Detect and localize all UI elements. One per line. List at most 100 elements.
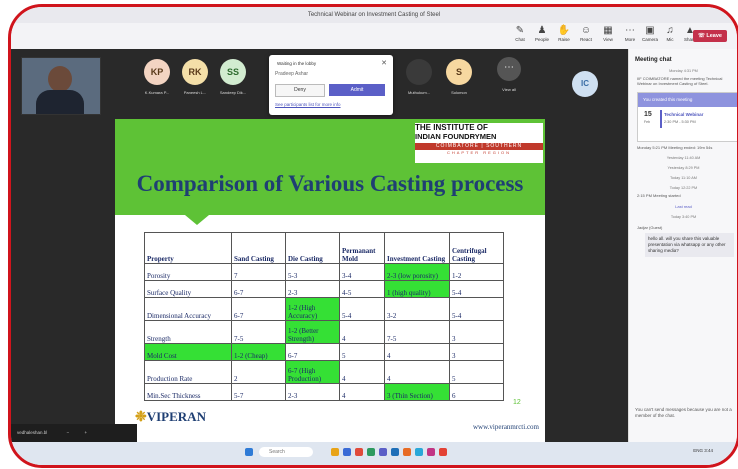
table-row: Strength 7-5 1-2 (Better Strength) 4 7-5 3: [144, 320, 504, 344]
avatar: RK: [182, 59, 208, 85]
mic-button[interactable]: ♫ Mic: [659, 25, 681, 42]
table-row: Surface Quality 6-7 2-3 4-5 1 (high quality)…: [144, 280, 504, 298]
table-cell: Production Rate: [144, 360, 232, 384]
meeting-stage: KP K.Kumara P... RK Paneesh L... SS Sand…: [11, 49, 628, 442]
person-body: [36, 90, 84, 114]
app-icon[interactable]: [415, 448, 423, 456]
more-icon: ⋯: [625, 25, 635, 36]
table-cell: 4: [384, 343, 450, 361]
avatar: [406, 59, 432, 85]
iif-logo: THE INSTITUTE OF INDIAN FOUNDRYMEN COIMB…: [415, 123, 543, 163]
table-row: Porosity 7 5-3 3-4 2-3 (low porosity) 1-2: [144, 263, 504, 281]
table-cell: 5-3: [285, 263, 340, 281]
table-cell: 5-7: [231, 383, 286, 401]
participants-link[interactable]: See participants list for more info: [275, 102, 341, 107]
table-cell: Porosity: [144, 263, 232, 281]
table-cell: 3: [449, 343, 504, 361]
plus-icon[interactable]: +: [84, 430, 87, 435]
taskbar: Search ENG 3:44: [11, 442, 737, 465]
camera-button[interactable]: ▣ Camera: [639, 25, 661, 42]
participant-tile[interactable]: RK Paneesh L...: [177, 59, 213, 95]
table-cell: 6-7: [231, 280, 286, 298]
hand-icon: ✋: [557, 25, 571, 36]
table-cell: 3 (Thin Section): [384, 383, 450, 401]
participant-tile[interactable]: Muthukum...: [401, 59, 437, 95]
avatar: SS: [220, 59, 246, 85]
chat-event: Monday 5:21 PM Meeting ended: 19m 54s: [637, 145, 713, 150]
table-header-cell: Property: [144, 232, 232, 264]
table-header-cell: Sand Casting: [231, 232, 286, 264]
admit-button[interactable]: Admit: [329, 84, 385, 96]
table-row: Dimensional Accuracy 6-7 1-2 (High Accurac…: [144, 297, 504, 321]
meeting-card[interactable]: You created this meeting 15 Feb Technica…: [637, 92, 737, 142]
table-cell: 6: [449, 383, 504, 401]
taskbar-search[interactable]: Search: [259, 447, 313, 457]
table-cell: 6-7: [231, 297, 286, 321]
more-icon: ⋯: [497, 57, 521, 81]
self-video[interactable]: [21, 57, 101, 115]
table-cell: 1-2 (Cheap): [231, 343, 286, 361]
app-icon[interactable]: [403, 448, 411, 456]
close-icon[interactable]: ✕: [381, 59, 387, 67]
lobby-person-name: Pradeep Ashar: [275, 71, 309, 77]
participant-tile[interactable]: KP K.Kumara P...: [139, 59, 175, 95]
chat-event: IIF COIMBATORE named the meeting Technic…: [637, 76, 723, 86]
table-cell: Mold Cost: [144, 343, 232, 361]
app-icon[interactable]: [391, 448, 399, 456]
app-icon[interactable]: [355, 448, 363, 456]
table-cell: 6-7: [285, 343, 340, 361]
slide-page-number: 12: [513, 399, 521, 406]
more-button[interactable]: ⋯ More: [619, 25, 641, 42]
chat-panel: Meeting chat Monday 4:31 PM IIF COIMBATO…: [628, 49, 737, 442]
table-cell: 5: [339, 343, 385, 361]
view-all-button[interactable]: ⋯ View all: [495, 57, 523, 92]
view-button[interactable]: ▦ View: [597, 25, 619, 42]
avatar: KP: [144, 59, 170, 85]
last-read-marker: Last read: [675, 204, 692, 209]
window-title: Technical Webinar on Investment Casting …: [11, 7, 737, 23]
table-cell: 2-3 (low porosity): [384, 263, 450, 281]
lobby-notification: Waiting in the lobby ✕ Pradeep Ashar Den…: [269, 55, 393, 115]
table-cell: 4: [339, 383, 385, 401]
app-icon[interactable]: [427, 448, 435, 456]
table-cell: 7: [231, 263, 286, 281]
react-button[interactable]: ☺ React: [575, 25, 597, 42]
table-cell: Dimensional Accuracy: [144, 297, 232, 321]
smile-icon: ☺: [580, 25, 592, 36]
table-cell: 4: [384, 360, 450, 384]
minus-icon[interactable]: −: [67, 430, 70, 435]
table-header-row: Property Sand Casting Die Casting Permanant…: [144, 232, 504, 264]
table-cell: Strength: [144, 320, 232, 344]
chat-button[interactable]: ✎ Chat: [509, 25, 531, 42]
app-icon[interactable]: [331, 448, 339, 456]
windows-start-icon[interactable]: [245, 448, 253, 456]
leave-button[interactable]: ☏ Leave: [693, 30, 727, 42]
participant-name: Paneesh L...: [183, 90, 207, 95]
chat-sender: Jadjar (Guest): [637, 225, 663, 230]
raise-hand-button[interactable]: ✋ Raise: [553, 25, 575, 42]
table-cell: 5-4: [449, 280, 504, 298]
table-cell: 4: [339, 360, 385, 384]
chat-message[interactable]: hello all. will you share this valuable …: [645, 233, 734, 257]
table-row: Production Rate 2 6-7 (High Production) 4 4 5: [144, 360, 504, 384]
table-cell: Min.Sec Thickness: [144, 383, 232, 401]
participant-tile[interactable]: S Solomon: [441, 59, 477, 95]
deny-button[interactable]: Deny: [275, 84, 325, 97]
app-icon[interactable]: [439, 448, 447, 456]
app-icon[interactable]: [343, 448, 351, 456]
slide-title: Comparison of Various Casting process: [136, 171, 524, 196]
table-header-cell: Permanant Mold: [339, 232, 385, 264]
people-icon: ♟: [537, 25, 547, 36]
app-icon[interactable]: [367, 448, 375, 456]
table-cell: 7-5: [231, 320, 286, 344]
table-cell: 3-2: [384, 297, 450, 321]
participant-tile[interactable]: SS Sandeep Dik...: [215, 59, 251, 95]
people-button[interactable]: ♟ People: [531, 25, 553, 42]
participant-ic-avatar[interactable]: IC: [572, 71, 598, 97]
table-cell: 1-2: [449, 263, 504, 281]
app-window: Technical Webinar on Investment Casting …: [8, 4, 738, 468]
avatar: S: [446, 59, 472, 85]
grid-icon: ▦: [603, 25, 613, 36]
taskbar-clock: ENG 3:44: [693, 448, 713, 453]
teams-icon[interactable]: [379, 448, 387, 456]
